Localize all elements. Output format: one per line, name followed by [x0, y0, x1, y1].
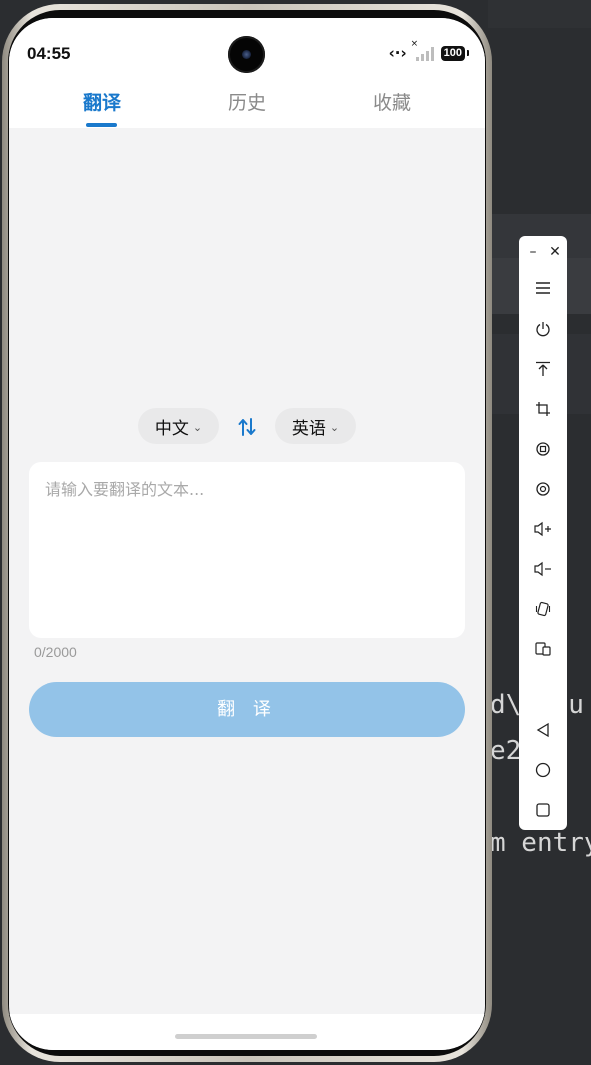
shake-icon[interactable] [519, 594, 567, 624]
tab-translate[interactable]: 翻译 [62, 88, 142, 115]
pin-top-icon[interactable] [519, 354, 567, 384]
close-icon[interactable]: ✕ [545, 242, 565, 262]
source-text-card [29, 462, 465, 638]
swap-languages-icon[interactable] [237, 416, 257, 438]
status-icons: ‹·› × 100 [388, 39, 470, 62]
target-language-dropdown[interactable]: 英语 ⌄ [275, 408, 356, 444]
signal-icon: × [411, 39, 435, 61]
ide-panel-top [488, 0, 591, 28]
network-activity-icon: ‹·› [388, 44, 407, 62]
minimize-icon[interactable]: – [523, 242, 543, 262]
status-time: 04:55 [27, 44, 71, 63]
language-selector-row: 中文 ⌄ 英语 ⌄ [9, 408, 485, 448]
target-language-label: 英语 [291, 418, 326, 439]
gesture-nav-area [9, 1014, 485, 1050]
chevron-down-icon: ⌄ [192, 420, 203, 434]
phone-screen: 04:55 ‹·› × 100 翻译 历史 收藏 中文 ⌄ 英语 ⌄ 请输入要翻… [9, 18, 485, 1050]
tab-bar: 翻译 历史 收藏 [9, 86, 485, 128]
recents-icon[interactable] [519, 795, 567, 825]
crop-icon[interactable] [519, 394, 567, 424]
rotate-right-icon[interactable] [519, 474, 567, 504]
source-language-label: 中文 [154, 418, 189, 439]
rotate-left-icon[interactable] [519, 434, 567, 464]
translate-button[interactable]: 翻 译 [29, 682, 465, 737]
char-counter: 0/2000 [34, 644, 77, 660]
source-language-dropdown[interactable]: 中文 ⌄ [138, 408, 219, 444]
power-icon[interactable] [519, 314, 567, 344]
front-camera [228, 36, 265, 73]
volume-up-icon[interactable] [519, 514, 567, 544]
tab-favorites[interactable]: 收藏 [352, 88, 432, 115]
ide-code-line-3: m entry [490, 828, 591, 858]
battery-icon: 100 [440, 45, 470, 61]
chevron-down-icon: ⌄ [329, 420, 340, 434]
menu-icon[interactable] [519, 273, 567, 303]
multi-screen-icon[interactable] [519, 634, 567, 664]
volume-down-icon[interactable] [519, 554, 567, 584]
source-text-input[interactable] [29, 462, 465, 638]
status-bar: 04:55 ‹·› × 100 [9, 18, 485, 86]
tab-history[interactable]: 历史 [207, 88, 287, 115]
home-icon[interactable] [519, 755, 567, 785]
tab-active-indicator [86, 123, 117, 127]
back-icon[interactable] [519, 715, 567, 745]
emulator-toolbar: – ✕ [519, 236, 567, 830]
home-indicator[interactable] [175, 1034, 317, 1039]
